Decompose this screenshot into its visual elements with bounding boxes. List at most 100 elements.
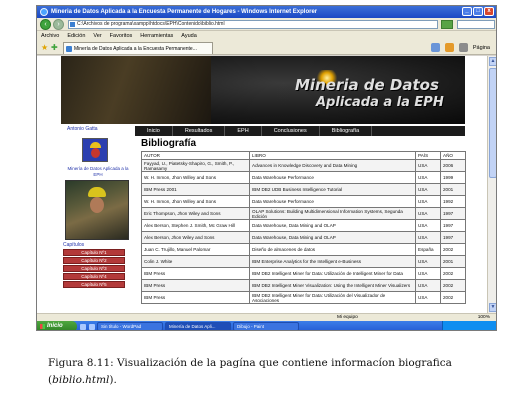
taskbar-item-wordpad[interactable]: Sin título - WordPad [97,322,163,330]
cell-country: USA [415,291,441,304]
table-header-row: AUTOR LIBRO PAÍS AÑO [141,151,466,160]
chapter-4-button[interactable]: Capítulo Nº4 [63,273,125,280]
table-row: Eric Thompson, Jhon Wiley and Sons OLAP S… [141,207,466,220]
cell-year: 1997 [440,219,466,232]
cell-author: Alex Berson, Stephen J. Smith, Mc Graw H… [141,219,250,232]
column-header: AUTOR [141,151,250,160]
cell-author: IBM Press [141,267,250,280]
top-navigation: Inicio Resultados EPH Conclusiones Bibli… [135,126,465,136]
feeds-icon[interactable] [444,43,454,52]
favorites-star-icon[interactable]: ★ [41,44,48,52]
close-button[interactable]: x [484,7,494,16]
caption-close-paren: ). [109,374,117,386]
taskbar-item-browser[interactable]: Minería de Datos Apli... [165,322,231,330]
quicklaunch-desktop-icon[interactable] [89,323,95,330]
chapter-5-button[interactable]: Capítulo Nº5 [63,281,125,288]
tab-active[interactable]: Minería de Datos Aplicada a la Encuesta … [63,42,213,54]
scroll-down-arrow-icon[interactable]: ▼ [489,303,496,312]
minimize-button[interactable]: _ [462,7,472,16]
start-button[interactable]: Inicio [37,321,77,330]
address-input[interactable]: C:\Archivos de programa\xampp\htdocs\EPH… [68,20,438,29]
column-header: LIBRO [249,151,416,160]
banner-title: Mineria de Datos [295,76,439,94]
cell-book: IBM DB2 UDB Business Intelligence Tutori… [249,183,416,196]
caption-text: Figura 8.11: Visualización de la pagína … [48,357,452,369]
table-row: W. H. Inmon, Jhon Willey and Sons Data Wa… [141,195,466,208]
nav-conclusiones[interactable]: Conclusiones [262,126,320,136]
system-tray [442,321,496,330]
menu-ayuda[interactable]: Ayuda [181,31,197,41]
cell-year: 2002 [440,267,466,280]
cell-country: USA [415,171,441,184]
cell-author: IBM Press [141,291,250,304]
scroll-up-arrow-icon[interactable]: ▲ [489,57,496,66]
address-url: C:\Archivos de programa\xampp\htdocs\EPH… [77,21,225,27]
table-row: W. H. Inmon, Jhon Willey and Sons Data Wa… [141,171,466,184]
maximize-button[interactable]: □ [473,7,483,16]
menu-favoritos[interactable]: Favoritos [110,31,133,41]
home-icon[interactable] [430,43,440,52]
table-row: IBM Press IBM DB2 Intelligent Miner for D… [141,267,466,280]
nav-bibliografia[interactable]: Bibliografía [320,126,373,136]
page-menu[interactable]: Página [473,45,490,51]
cell-country: USA [415,267,441,280]
nav-eph[interactable]: EPH [225,126,262,136]
page-viewport: Mineria de Datos Aplicada a la EPH Inici… [37,56,487,313]
nav-inicio[interactable]: Inicio [135,126,173,136]
cell-year: 2001 [440,183,466,196]
site-banner: Mineria de Datos Aplicada a la EPH [61,56,465,124]
menu-herramientas[interactable]: Herramientas [140,31,173,41]
chapter-3-button[interactable]: Capítulo Nº3 [63,265,125,272]
taskbar-item-paint[interactable]: Dibujo - Paint [233,322,299,330]
search-input[interactable] [457,20,495,29]
cell-author: Alex Berson, Jhon Wiley and Sons [141,231,250,244]
column-header: AÑO [440,151,466,160]
chapter-1-button[interactable]: Capítulo Nº1 [63,249,125,256]
cell-book: Data Warehouse Performance [249,171,416,184]
table-row: Alex Berson, Stephen J. Smith, Mc Graw H… [141,219,466,232]
chapter-2-button[interactable]: Capítulo Nº2 [63,257,125,264]
cell-author: Colin J. White [141,255,250,268]
cell-country: USA [415,231,441,244]
add-favorite-icon[interactable]: ✚ [51,44,58,52]
table-row: IBM Press IBM DB2 Intelligent Miner Visua… [141,279,466,292]
cell-author: W. H. Inmon, Jhon Willey and Sons [141,195,250,208]
table-row: Juan C. Trujillo, Manuel Palomar Diseño d… [141,243,466,256]
tab-page-icon [66,46,72,52]
menu-bar: Archivo Edición Ver Favoritos Herramient… [37,31,496,41]
print-icon[interactable] [458,43,468,52]
ie-icon [40,8,48,16]
window-controls: _ □ x [462,7,494,16]
taskbar: Inicio Sin título - WordPad Minería de D… [37,321,496,330]
cell-author: IBM Press 2001 [141,183,250,196]
banner-miner-image [61,56,211,124]
cell-year: 2002 [440,243,466,256]
sidebar-caption[interactable]: Minería de Datos Aplicada a la EPH [63,166,133,178]
cell-country: USA [415,183,441,196]
table-row: Fayyad, U., Piatetsky-Shapiro, G., Smith… [141,159,466,172]
back-button[interactable]: ‹ [40,19,51,30]
refresh-button[interactable] [441,20,453,29]
cell-year: 2006 [440,159,466,172]
cell-book: Data Warehouse, Data Mining and OLAP [249,219,416,232]
menu-ver[interactable]: Ver [93,31,101,41]
cell-country: USA [415,195,441,208]
table-body: Fayyad, U., Piatetsky-Shapiro, G., Smith… [141,159,466,304]
cell-book: Data Warehouse, Data Mining and OLAP [249,231,416,244]
forward-button[interactable]: › [53,19,64,30]
sidebar: Antonio Gatta Minería de Datos Aplicada … [61,126,135,313]
cell-year: 1997 [440,231,466,244]
menu-edicion[interactable]: Edición [67,31,85,41]
quicklaunch-ie-icon[interactable] [80,323,86,330]
caption-filename: biblio.html [52,374,110,386]
cell-author: W. H. Inmon, Jhon Willey and Sons [141,171,250,184]
window-title: Mineria de Datos Aplicada a la Encuesta … [51,9,318,15]
cell-book: Data Warehouse Performance [249,195,416,208]
vertical-scrollbar[interactable]: ▲ ▼ [487,56,496,313]
cell-year: 2002 [440,279,466,292]
cell-book: Advances in Knowledge Discovery and Data… [249,159,416,172]
scroll-thumb[interactable] [489,68,496,178]
nav-resultados[interactable]: Resultados [173,126,226,136]
author-link[interactable]: Antonio Gatta [67,126,98,132]
menu-archivo[interactable]: Archivo [41,31,59,41]
